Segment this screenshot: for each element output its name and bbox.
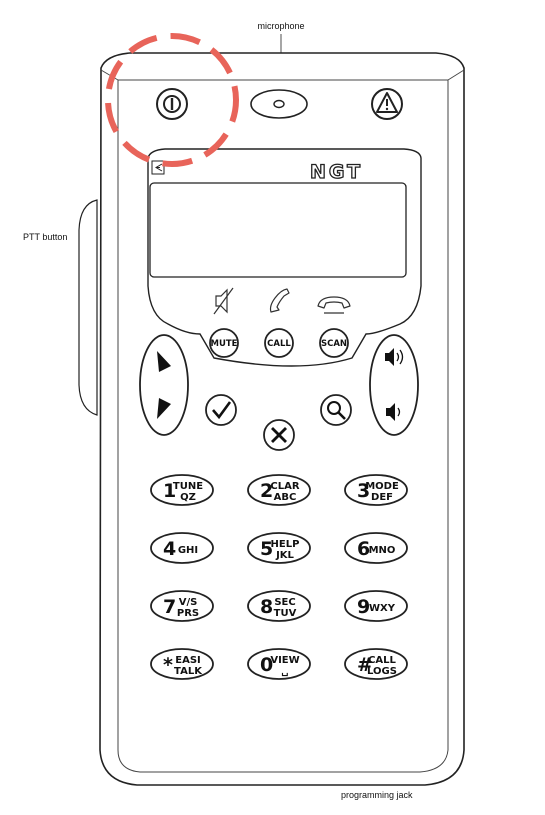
key-bottom-label: JKL (275, 550, 294, 561)
key-bottom-label: LOGS (367, 666, 397, 677)
key-top-label: TUNE (173, 481, 203, 492)
scan-button[interactable]: SCAN (319, 328, 349, 358)
key-digit: 7 (163, 596, 176, 618)
key-bottom-label: WXY (369, 603, 396, 614)
call-button[interactable]: CALL (264, 328, 294, 358)
key-bottom-label: PRS (177, 608, 199, 619)
key-bottom-label: TALK (174, 666, 203, 677)
key-6[interactable]: 6MNO (344, 532, 408, 564)
call-label: CALL (267, 339, 291, 349)
key-bottom-label: QZ (180, 492, 196, 503)
cancel-button[interactable] (263, 419, 295, 451)
key-bottom-label: MNO (369, 545, 396, 556)
alert-button[interactable] (371, 88, 403, 120)
key-top-label: VIEW (270, 655, 299, 666)
key-bottom-label: DEF (371, 492, 393, 503)
key-7[interactable]: 7 V/SPRS (150, 590, 214, 622)
ok-button[interactable] (205, 394, 237, 426)
key-4[interactable]: 4 GHI (150, 532, 214, 564)
key-bottom-label: ␣ (281, 666, 288, 677)
key-bottom-label: ABC (274, 492, 297, 503)
key-digit: * (163, 654, 173, 676)
key-digit: 8 (260, 596, 273, 618)
key-9[interactable]: 9WXY (344, 590, 408, 622)
power-button[interactable] (156, 88, 188, 120)
ptt-button[interactable] (78, 199, 98, 416)
key-top-label: MODE (365, 481, 399, 492)
handset-diagram: microphone PTT button programming jack N… (23, 21, 465, 800)
key-top-label: SEC (274, 597, 295, 608)
key-5[interactable]: 5HELPJKL (247, 532, 311, 564)
volume-rocker[interactable] (369, 334, 419, 436)
key-3[interactable]: 3MODEDEF (344, 474, 408, 506)
mute-button[interactable]: MUTE (209, 328, 239, 358)
key-top-label: CLAR (270, 481, 299, 492)
key-top-label: EASI (175, 655, 201, 666)
key-star[interactable]: * EASITALK (150, 648, 214, 680)
brand-logo: NGT (310, 161, 363, 183)
key-top-label: V/S (179, 597, 198, 608)
key-top-label: HELP (271, 539, 300, 550)
programming-jack-callout: programming jack (341, 790, 413, 800)
ptt-callout: PTT button (23, 232, 67, 242)
microphone (250, 89, 308, 119)
mute-label: MUTE (211, 339, 238, 349)
key-1[interactable]: 1TUNEQZ (150, 474, 214, 506)
key-0[interactable]: 0VIEW␣ (247, 648, 311, 680)
key-bottom-label: TUV (274, 608, 297, 619)
key-8[interactable]: 8 SECTUV (247, 590, 311, 622)
key-bottom-label: GHI (178, 545, 198, 556)
key-digit: 4 (163, 538, 176, 560)
scan-label: SCAN (321, 339, 347, 349)
key-2[interactable]: 2CLARABC (247, 474, 311, 506)
key-hash[interactable]: #CALLLOGS (344, 648, 408, 680)
microphone-callout: microphone (257, 21, 304, 31)
display-mode-icon (151, 160, 165, 175)
lcd-screen (149, 182, 407, 278)
scroll-rocker[interactable] (139, 334, 189, 436)
search-button[interactable] (320, 394, 352, 426)
key-top-label: CALL (368, 655, 396, 666)
